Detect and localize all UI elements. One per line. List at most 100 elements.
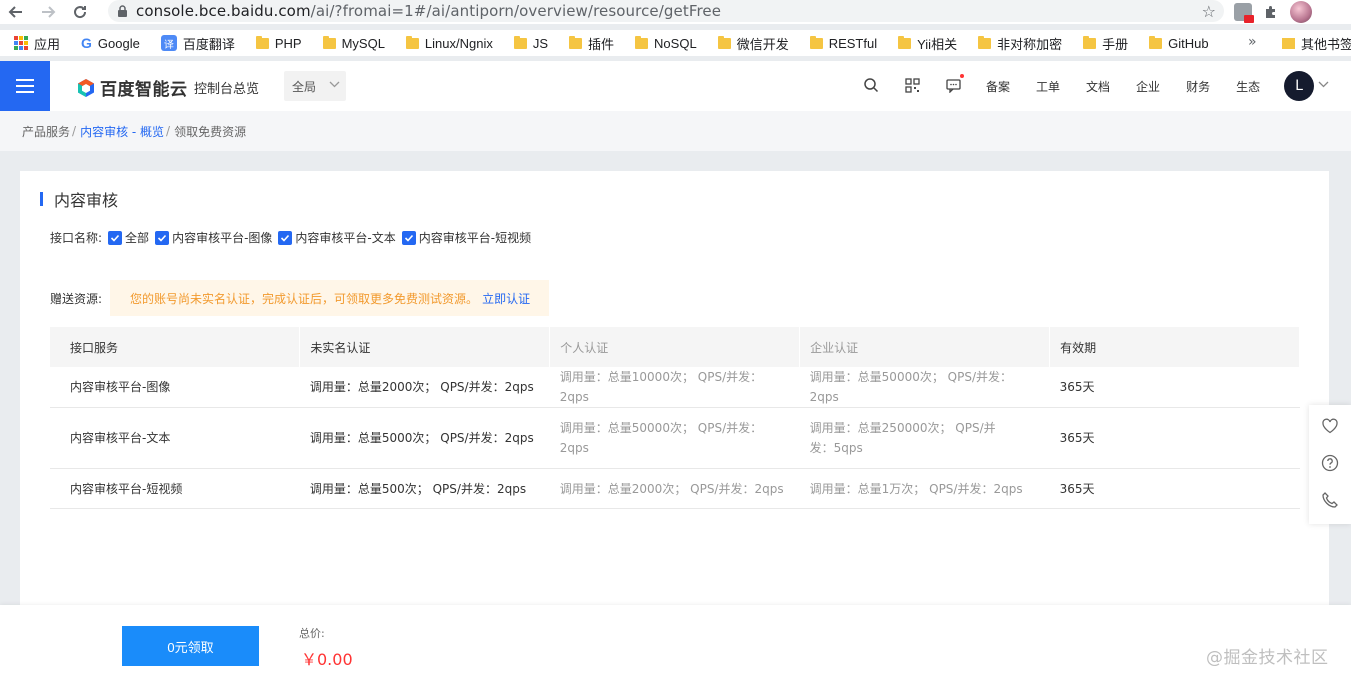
table-row: 内容审核平台-短视频 调用量：总量500次； QPS/并发：2qps 调用量：总… bbox=[50, 468, 1300, 509]
forward-icon[interactable] bbox=[32, 0, 64, 24]
bookmark-folder[interactable]: NoSQL bbox=[635, 35, 697, 51]
checkbox-label: 全部 bbox=[125, 231, 150, 245]
bookmark-folder[interactable]: 手册 bbox=[1083, 34, 1128, 53]
profile-avatar[interactable] bbox=[1290, 1, 1312, 23]
bookmark-folder[interactable]: PHP bbox=[255, 35, 302, 51]
star-icon[interactable]: ☆ bbox=[1202, 2, 1216, 21]
bookmark-label: 应用 bbox=[34, 36, 61, 52]
bookmark-folder[interactable]: GitHub bbox=[1149, 35, 1209, 51]
bookmark-label: NoSQL bbox=[654, 35, 697, 51]
bookmark-label: 手册 bbox=[1102, 36, 1129, 52]
bookmark-folder[interactable]: Yii相关 bbox=[898, 34, 957, 53]
checkbox-all[interactable]: 全部 bbox=[108, 229, 149, 246]
checkbox-image[interactable]: 内容审核平台-图像 bbox=[155, 229, 272, 246]
bookmark-label: GitHub bbox=[1168, 35, 1209, 51]
heart-icon[interactable] bbox=[1321, 417, 1339, 438]
nav-item-enterprise[interactable]: 企业 bbox=[1136, 78, 1160, 95]
checkbox-label: 内容审核平台-图像 bbox=[172, 231, 273, 245]
breadcrumb-item-overview[interactable]: 内容审核 - 概览 bbox=[80, 123, 164, 140]
checkbox-checked-icon[interactable] bbox=[278, 230, 293, 245]
bookmark-apps[interactable]: 应用 bbox=[14, 34, 60, 53]
bookmark-folder[interactable]: 插件 bbox=[569, 34, 614, 53]
column-header: 个人认证 bbox=[549, 327, 801, 367]
apps-icon bbox=[14, 36, 28, 50]
table-row: 内容审核平台-文本 调用量：总量5000次； QPS/并发：2qps 调用量：总… bbox=[50, 407, 1300, 469]
bookmark-folder[interactable]: RESTful bbox=[809, 35, 877, 51]
folder-icon bbox=[898, 35, 912, 49]
checkbox-checked-icon[interactable] bbox=[108, 230, 123, 245]
address-bar[interactable]: console.bce.baidu.com/ai/?fromai=1#/ai/a… bbox=[108, 0, 1224, 22]
folder-icon bbox=[809, 35, 823, 49]
breadcrumb-item-products[interactable]: 产品服务 bbox=[22, 123, 70, 140]
nav-item-ticket[interactable]: 工单 bbox=[1036, 78, 1060, 95]
breadcrumb-separator: / bbox=[166, 124, 171, 138]
bookmark-baidu-translate[interactable]: 译 百度翻译 bbox=[160, 34, 235, 53]
hamburger-menu-icon[interactable] bbox=[0, 61, 50, 111]
bookmark-label: 微信开发 bbox=[736, 36, 789, 52]
juejin-watermark: @掘金技术社区 bbox=[1206, 648, 1329, 668]
column-header: 接口服务 bbox=[50, 327, 301, 367]
baidu-cloud-logo[interactable]: 百度智能云 bbox=[76, 75, 188, 100]
bookmarks-overflow-button[interactable]: » bbox=[1248, 34, 1257, 50]
google-icon: G bbox=[81, 35, 92, 51]
help-icon[interactable] bbox=[1321, 454, 1339, 475]
region-select[interactable]: 全局 bbox=[284, 71, 346, 101]
bottom-action-bar: 0元领取 总价: ￥0.00 @掘金技术社区 bbox=[0, 605, 1351, 685]
bookmark-folder[interactable]: 微信开发 bbox=[717, 34, 789, 53]
back-icon[interactable] bbox=[0, 0, 32, 24]
page-title: 内容审核 bbox=[54, 191, 119, 210]
folder-icon bbox=[569, 35, 583, 49]
chevron-down-icon bbox=[329, 79, 340, 93]
cell-personal: 调用量：总量2000次； QPS/并发：2qps bbox=[549, 468, 800, 509]
bookmark-folder[interactable]: Linux/Ngnix bbox=[405, 35, 493, 51]
qrcode-icon[interactable] bbox=[903, 76, 921, 94]
app-header: 百度智能云 控制台总览 全局 备案 工单 文档 企业 财务 生态 L bbox=[0, 61, 1351, 111]
bookmark-label: 百度翻译 bbox=[182, 36, 235, 52]
message-icon[interactable] bbox=[944, 74, 964, 94]
nav-item-finance[interactable]: 财务 bbox=[1186, 78, 1210, 95]
console-overview-link[interactable]: 控制台总览 bbox=[194, 78, 259, 97]
bookmark-label: Google bbox=[97, 35, 140, 51]
nav-item-beian[interactable]: 备案 bbox=[986, 78, 1010, 95]
chevron-down-icon[interactable] bbox=[1318, 79, 1329, 93]
verify-now-link[interactable]: 立即认证 bbox=[482, 290, 530, 307]
resource-table: 接口服务 未实名认证 个人认证 企业认证 有效期 内容审核平台-图像 调用量：总… bbox=[50, 327, 1300, 509]
bookmark-label: Linux/Ngnix bbox=[424, 35, 493, 51]
checkbox-checked-icon[interactable] bbox=[401, 230, 416, 245]
nav-item-docs[interactable]: 文档 bbox=[1086, 78, 1110, 95]
search-icon[interactable] bbox=[862, 76, 880, 94]
gift-resource-row: 赠送资源: 您的账号尚未实名认证，完成认证后，可领取更多免费测试资源。 立即认证 bbox=[50, 280, 550, 316]
claim-free-button[interactable]: 0元领取 bbox=[122, 626, 259, 666]
bookmark-google[interactable]: G Google bbox=[81, 35, 140, 51]
other-bookmarks[interactable]: 其他书签 bbox=[1282, 30, 1351, 56]
notice-text: 您的账号尚未实名认证，完成认证后，可领取更多免费测试资源。 bbox=[130, 291, 479, 306]
browser-toolbar: console.bce.baidu.com/ai/?fromai=1#/ai/a… bbox=[0, 0, 1351, 24]
checkbox-checked-icon[interactable] bbox=[155, 230, 170, 245]
nav-item-ecosystem[interactable]: 生态 bbox=[1236, 78, 1260, 95]
region-value: 全局 bbox=[292, 79, 317, 94]
reload-icon[interactable] bbox=[64, 0, 96, 24]
extension-icon[interactable] bbox=[1234, 3, 1254, 23]
user-avatar[interactable]: L bbox=[1284, 71, 1314, 101]
cell-unverified: 调用量：总量5000次； QPS/并发：2qps bbox=[299, 407, 550, 469]
folder-icon bbox=[1149, 35, 1163, 49]
cell-personal: 调用量：总量50000次； QPS/并发：2qps bbox=[549, 407, 800, 469]
folder-icon bbox=[405, 35, 419, 49]
bookmark-folder[interactable]: MySQL bbox=[322, 35, 385, 51]
column-header: 未实名认证 bbox=[299, 327, 551, 367]
folder-icon bbox=[255, 35, 269, 49]
checkbox-text[interactable]: 内容审核平台-文本 bbox=[278, 229, 396, 246]
checkbox-label: 内容审核平台-文本 bbox=[295, 231, 396, 245]
folder-icon bbox=[978, 35, 992, 49]
phone-icon[interactable] bbox=[1321, 491, 1339, 512]
checkbox-video[interactable]: 内容审核平台-短视频 bbox=[401, 229, 531, 246]
bookmark-label: MySQL bbox=[341, 35, 385, 51]
extensions-area bbox=[1234, 0, 1312, 24]
bookmark-folder[interactable]: JS bbox=[513, 35, 548, 51]
bookmark-folder[interactable]: 非对称加密 bbox=[978, 34, 1062, 53]
cell-validity: 365天 bbox=[1049, 367, 1300, 408]
puzzle-icon[interactable] bbox=[1262, 3, 1280, 21]
folder-icon bbox=[322, 35, 336, 49]
bookmark-label: 插件 bbox=[588, 36, 615, 52]
lock-icon[interactable] bbox=[108, 4, 136, 18]
